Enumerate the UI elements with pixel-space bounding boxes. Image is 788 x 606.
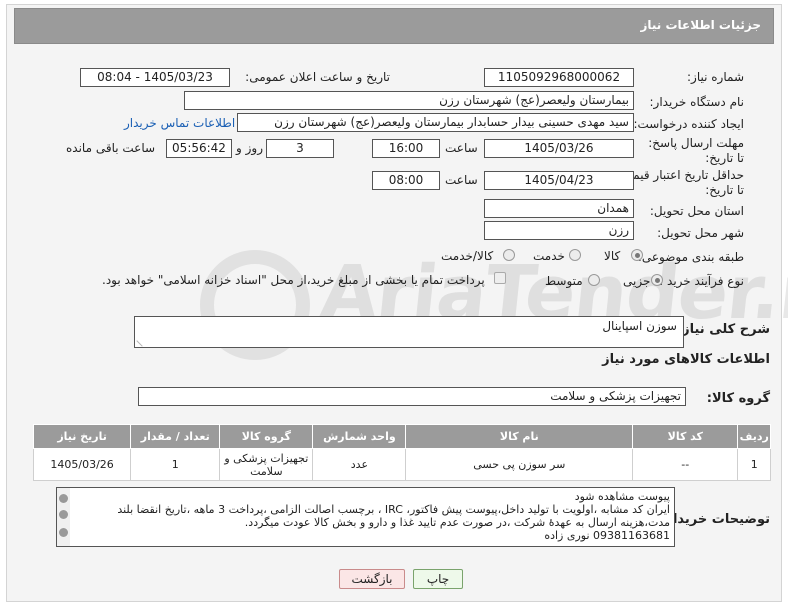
resize-grip-icon bbox=[136, 335, 148, 347]
category-label: طبقه بندی موضوعی: bbox=[637, 250, 744, 264]
deadline-label: مهلت ارسال پاسخ: تا تاریخ: bbox=[648, 136, 744, 165]
goods-group-field: تجهیزات پزشکی و سلامت bbox=[138, 387, 686, 406]
category-option-service: خدمت bbox=[533, 249, 565, 263]
page-title: جزئیات اطلاعات نیاز bbox=[640, 18, 761, 32]
buyer-notes-field[interactable]: پیوست مشاهده شود ایران کد مشابه ،اولویت … bbox=[56, 487, 675, 547]
price-validity-date-field: 1405/04/23 bbox=[484, 171, 634, 190]
buyer-notes-scrollbar[interactable] bbox=[57, 488, 70, 546]
announce-label: تاریخ و ساعت اعلان عمومی: bbox=[245, 70, 390, 84]
process-label: نوع فرآیند خرید : bbox=[659, 274, 744, 288]
summary-text: سوزن اسپاینال bbox=[602, 319, 677, 333]
col-unit: واحد شمارش bbox=[312, 424, 407, 449]
category-option-goods: کالا bbox=[604, 249, 621, 263]
price-validity-time-label: ساعت bbox=[445, 173, 478, 187]
deadline-time-field: 16:00 bbox=[372, 139, 440, 158]
need-number-label: شماره نیاز: bbox=[687, 70, 744, 84]
col-need-date: تاریخ نیاز bbox=[32, 424, 132, 449]
goods-table-header-row: ردیف کد کالا نام کالا واحد شمارش گروه کا… bbox=[32, 424, 771, 449]
goods-section-title: اطلاعات کالاهای مورد نیاز bbox=[602, 352, 770, 367]
province-field: همدان bbox=[484, 199, 634, 218]
category-radio-goods[interactable] bbox=[631, 249, 643, 261]
remaining-time-field: 05:56:42 bbox=[166, 139, 232, 158]
city-label: شهر محل تحویل: bbox=[657, 226, 744, 240]
requester-field: سید مهدی حسینی بیدار حسابدار بیمارستان و… bbox=[237, 113, 634, 132]
cell-name: سر سوزن پی حسی bbox=[405, 448, 634, 481]
col-code: کد کالا bbox=[632, 424, 739, 449]
announce-datetime-field: 1405/03/23 - 08:04 bbox=[80, 68, 230, 87]
process-option-medium: متوسط bbox=[545, 274, 583, 288]
province-label: استان محل تحویل: bbox=[649, 204, 744, 218]
category-radio-goods-service[interactable] bbox=[503, 249, 515, 261]
print-button[interactable]: چاپ bbox=[413, 569, 463, 589]
cell-quantity: 1 bbox=[130, 448, 221, 481]
cell-code: -- bbox=[632, 448, 739, 481]
payment-note: پرداخت تمام یا بخشی از مبلغ خرید،از محل … bbox=[102, 273, 485, 287]
buyer-notes-label: توضیحات خریدار: bbox=[660, 512, 770, 527]
cell-row: 1 bbox=[737, 448, 771, 481]
col-row: ردیف bbox=[737, 424, 771, 449]
col-name: نام کالا bbox=[405, 424, 634, 449]
days-and-label: روز و bbox=[236, 141, 263, 155]
cell-unit: عدد bbox=[312, 448, 407, 481]
process-radio-medium[interactable] bbox=[588, 274, 600, 286]
price-validity-time-field: 08:00 bbox=[372, 171, 440, 190]
cell-need-date: 1405/03/26 bbox=[32, 448, 132, 481]
buyer-notes-line: مدت،هزینه ارسال به عهدهٔ شرکت ،در صورت ع… bbox=[244, 516, 670, 529]
col-quantity: تعداد / مقدار bbox=[130, 424, 221, 449]
remaining-time-label: ساعت باقی مانده bbox=[66, 141, 156, 155]
summary-field: سوزن اسپاینال bbox=[134, 316, 684, 348]
back-button[interactable]: بازگشت bbox=[339, 569, 405, 589]
deadline-time-label: ساعت bbox=[445, 141, 478, 155]
deadline-date-field: 1405/03/26 bbox=[484, 139, 634, 158]
buyer-notes-line: ایران کد مشابه ،اولویت با تولید داخل،پیو… bbox=[117, 503, 670, 516]
treasury-payment-checkbox[interactable] bbox=[494, 272, 506, 284]
goods-group-label: گروه کالا: bbox=[706, 391, 770, 406]
col-group: گروه کالا bbox=[219, 424, 314, 449]
summary-label: شرح کلی نیاز: bbox=[676, 322, 770, 337]
scroll-down-icon[interactable] bbox=[59, 528, 68, 537]
days-remaining-field: 3 bbox=[266, 139, 334, 158]
page-header: جزئیات اطلاعات نیاز bbox=[14, 8, 774, 44]
need-number-field: 1105092968000062 bbox=[484, 68, 634, 87]
scroll-up-icon[interactable] bbox=[59, 494, 68, 503]
buyer-org-label: نام دستگاه خریدار: bbox=[649, 95, 745, 109]
buyer-notes-line: 09381163681 نوری زاده bbox=[544, 529, 670, 542]
city-field: رزن bbox=[484, 221, 634, 240]
buyer-contact-link[interactable]: اطلاعات تماس خریدار bbox=[124, 116, 235, 130]
buyer-notes-line: پیوست مشاهده شود bbox=[574, 490, 670, 503]
process-radio-minor[interactable] bbox=[651, 274, 663, 286]
category-radio-service[interactable] bbox=[569, 249, 581, 261]
process-option-minor: جزیی bbox=[623, 274, 651, 288]
goods-table: ردیف کد کالا نام کالا واحد شمارش گروه کا… bbox=[32, 424, 771, 481]
buyer-org-field: بیمارستان ولیعصر(عج) شهرستان رزن bbox=[184, 91, 634, 110]
table-row: 1 -- سر سوزن پی حسی عدد تجهیزات پزشکی و … bbox=[32, 448, 771, 481]
cell-group: تجهیزات پزشکی و سلامت bbox=[219, 448, 314, 481]
requester-label: ایجاد کننده درخواست: bbox=[633, 117, 744, 131]
scroll-thumb-icon[interactable] bbox=[59, 510, 68, 519]
category-option-goods-service: کالا/خدمت bbox=[441, 249, 494, 263]
